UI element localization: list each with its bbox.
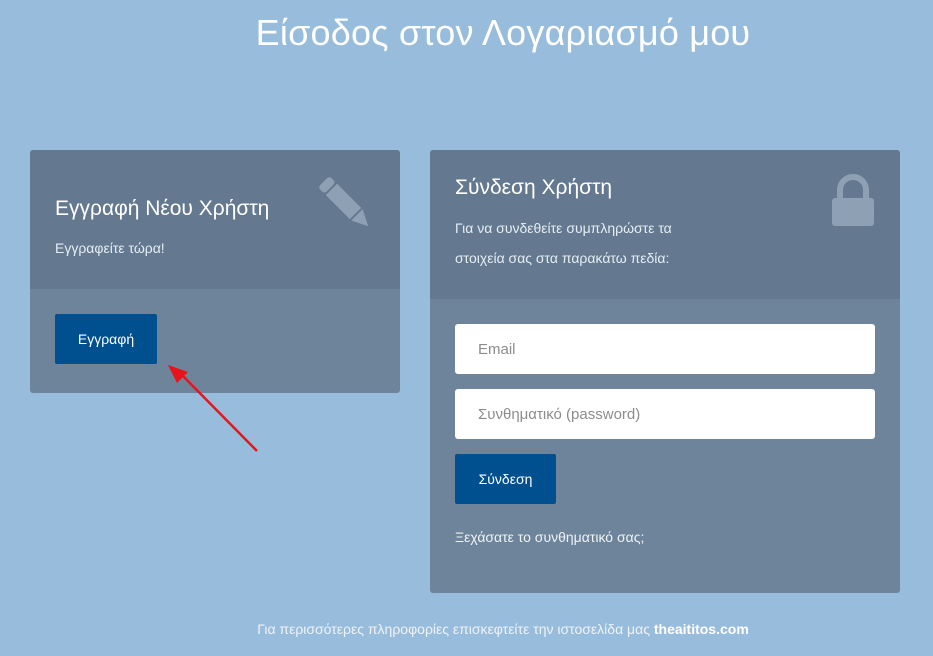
login-button[interactable]: Σύνδεση [455,454,556,504]
page-title: Είσοδος στον Λογαριασμό μου [255,12,751,53]
register-title: Εγγραφή Νέου Χρήστη [55,197,270,220]
register-card-header: Εγγραφή Νέου Χρήστη Εγγραφείτε τώρα! [30,150,400,289]
email-field[interactable] [455,324,875,374]
footer: Για περισσότερες πληροφορίες επισκεφτείτ… [0,621,933,637]
footer-text: Για περισσότερες πληροφορίες επισκεφτείτ… [257,621,650,637]
register-button[interactable]: Εγγραφή [55,314,157,364]
register-card: Εγγραφή Νέου Χρήστη Εγγραφείτε τώρα! Εγγ… [30,150,400,393]
login-card: Σύνδεση Χρήστη Για να συνδεθείτε συμπληρ… [430,150,900,593]
forgot-password-link[interactable]: Ξεχάσατε το συνθηματικό σας; [455,529,644,545]
login-subtitle-line2: στοιχεία σας στα παρακάτω πεδία: [455,250,670,266]
footer-site-link[interactable]: theaititos.com [654,621,749,637]
login-card-header: Σύνδεση Χρήστη Για να συνδεθείτε συμπληρ… [430,150,900,299]
register-subtitle: Εγγραφείτε τώρα! [55,240,165,256]
login-subtitle-line1: Για να συνδεθείτε συμπληρώστε τα [455,220,672,236]
password-field[interactable] [455,389,875,439]
login-title: Σύνδεση Χρήστη [455,176,613,199]
lock-icon [832,174,874,226]
pencil-icon [319,177,369,227]
